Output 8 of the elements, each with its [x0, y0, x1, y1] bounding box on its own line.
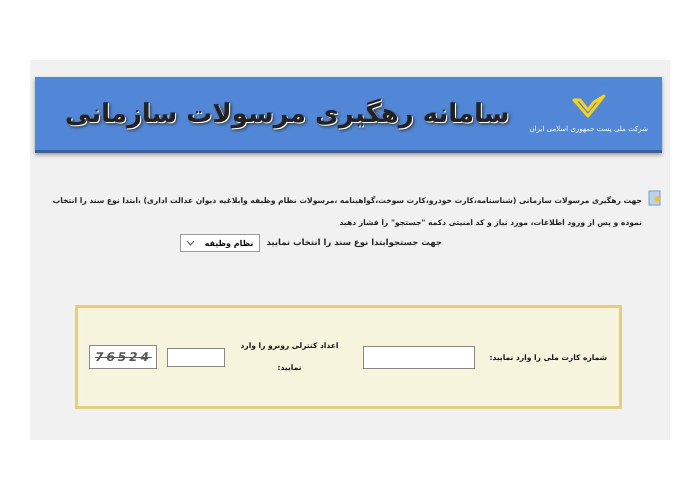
notepad-icon	[648, 190, 662, 206]
caret-icon	[187, 240, 194, 246]
captcha-code: 76524	[89, 345, 158, 369]
national-id-field[interactable]	[363, 346, 476, 368]
page-title: سامانه رهگیری مرسولات سازمانی	[65, 98, 510, 128]
document-type-dropdown[interactable]: نظام وظیفه	[180, 234, 260, 252]
captcha-field[interactable]	[167, 348, 226, 366]
document-type-label: جهت جستجوابتدا نوع سند را انتخاب نمایید	[266, 238, 442, 248]
